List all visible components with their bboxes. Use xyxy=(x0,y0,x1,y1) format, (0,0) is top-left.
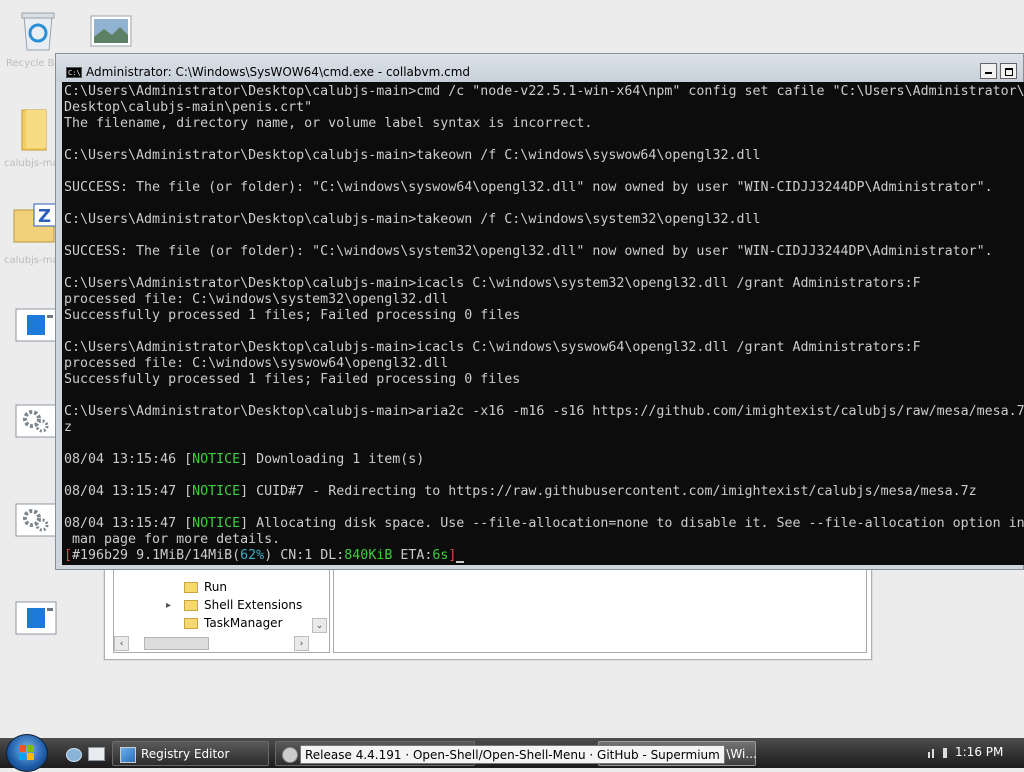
network-tray-icon[interactable] xyxy=(928,748,938,758)
cmd-icon: C:\ xyxy=(66,67,82,78)
quick-launch-browser-icon[interactable] xyxy=(66,748,82,762)
window-shortcut-icon[interactable] xyxy=(15,308,57,348)
taskbar-tooltip: Release 4.4.191 · Open-Shell/Open-Shell-… xyxy=(300,745,725,764)
console-line: C:\Users\Administrator\Desktop\calubjs-m… xyxy=(64,212,761,227)
tree-item-run[interactable]: Run xyxy=(184,578,227,596)
settings-shortcut-icon-2[interactable] xyxy=(15,503,57,543)
registry-editor-window[interactable]: Run ▸ Shell Extensions TaskManager ⌄ ‹ › xyxy=(104,560,872,660)
window-title: Administrator: C:\Windows\SysWOW64\cmd.e… xyxy=(86,65,471,79)
notice-line: 08/04 13:15:46 [NOTICE] Downloading 1 it… xyxy=(64,452,425,467)
progress-dl-label: DL: xyxy=(320,548,345,563)
console-line: C:\Users\Administrator\Desktop\calubjs-m… xyxy=(64,404,1024,419)
progress-id: #196b29 xyxy=(72,548,129,563)
console-line: processed file: C:\windows\syswow64\open… xyxy=(64,356,449,371)
progress-eta-label: ETA: xyxy=(400,548,433,563)
taskbar-item-registry-editor[interactable]: Registry Editor xyxy=(112,741,269,766)
horizontal-scrollbar-thumb[interactable] xyxy=(144,637,209,650)
network-bar xyxy=(928,752,930,758)
notice-timestamp: 08/04 13:15:46 xyxy=(64,452,177,467)
cmd-titlebar[interactable]: C:\ Administrator: C:\Windows\SysWOW64\c… xyxy=(56,54,1023,82)
console-line: z xyxy=(64,420,73,435)
scroll-down-button[interactable]: ⌄ xyxy=(312,618,327,633)
notice-timestamp: 08/04 13:15:47 xyxy=(64,484,177,499)
system-clock[interactable]: 1:16 PM xyxy=(955,745,1003,759)
progress-bracket-open: [ xyxy=(64,548,73,563)
tree-item-shell-extensions[interactable]: ▸ Shell Extensions xyxy=(166,596,303,614)
notice-message: CUID#7 - Redirecting to https://raw.gith… xyxy=(256,484,977,499)
notice-tag: NOTICE xyxy=(192,484,241,499)
download-progress-line: [#196b29 9.1MiB/14MiB(62%) CN:1 DL:840Ki… xyxy=(64,548,465,564)
image-file-icon[interactable] xyxy=(90,15,132,55)
volume-tray-icon[interactable] xyxy=(943,748,947,758)
console-line: SUCCESS: The file (or folder): "C:\windo… xyxy=(64,244,993,259)
folder-icon xyxy=(184,617,198,629)
notice-line: 08/04 13:15:47 [NOTICE] CUID#7 - Redirec… xyxy=(64,484,977,499)
progress-connections: CN:1 xyxy=(280,548,313,563)
notice-message: Downloading 1 item(s) xyxy=(256,452,425,467)
notice-tag: NOTICE xyxy=(192,452,241,467)
progress-percent: 62% xyxy=(240,548,265,563)
recycle-bin-icon[interactable] xyxy=(18,8,58,51)
maximize-icon xyxy=(1005,68,1013,76)
quick-launch-window-icon[interactable] xyxy=(88,747,105,761)
tree-item-taskmanager[interactable]: TaskManager xyxy=(184,614,283,632)
window-shortcut-icon-2[interactable] xyxy=(15,601,57,641)
progress-bracket-close: ] xyxy=(448,548,457,563)
console-line: C:\Users\Administrator\Desktop\calubjs-m… xyxy=(64,276,921,291)
folder-icon[interactable] xyxy=(18,108,58,151)
network-bar xyxy=(932,749,934,758)
notice-message: Allocating disk space. Use --file-alloca… xyxy=(256,516,1024,531)
console-line: Desktop\calubjs-main\penis.crt" xyxy=(64,100,313,115)
folder-icon xyxy=(184,581,198,593)
console-line: man page for more details. xyxy=(64,532,281,547)
notice-tag: NOTICE xyxy=(192,516,241,531)
cmd-window[interactable]: C:\ Administrator: C:\Windows\SysWOW64\c… xyxy=(55,53,1024,570)
minimize-icon xyxy=(985,72,992,74)
maximize-button[interactable] xyxy=(1000,63,1017,79)
notice-timestamp: 08/04 13:15:47 xyxy=(64,516,177,531)
progress-eta-value: 6s xyxy=(432,548,449,563)
zip-archive-icon[interactable]: Z xyxy=(12,202,57,243)
settings-shortcut-icon[interactable] xyxy=(15,404,57,444)
console-line: C:\Users\Administrator\Desktop\calubjs-m… xyxy=(64,340,921,355)
tree-item-label: Shell Extensions xyxy=(204,598,303,612)
progress-dl-value: 840KiB xyxy=(344,548,393,563)
console-line: Successfully processed 1 files; Failed p… xyxy=(64,372,521,387)
start-button[interactable] xyxy=(6,734,48,772)
notice-line: 08/04 13:15:47 [NOTICE] Allocating disk … xyxy=(64,516,1024,531)
console-output[interactable]: C:\Users\Administrator\Desktop\calubjs-m… xyxy=(62,82,1024,565)
console-line: Successfully processed 1 files; Failed p… xyxy=(64,308,521,323)
registry-editor-icon xyxy=(120,747,136,763)
browser-icon xyxy=(282,747,298,763)
scroll-right-button[interactable]: › xyxy=(294,636,309,651)
chevron-right-icon[interactable]: ▸ xyxy=(166,600,171,611)
text-cursor xyxy=(456,561,465,563)
registry-tree-pane[interactable]: Run ▸ Shell Extensions TaskManager ⌄ ‹ › xyxy=(113,565,330,653)
folder-icon xyxy=(184,599,198,611)
console-line: processed file: C:\windows\system32\open… xyxy=(64,292,449,307)
minimize-button[interactable] xyxy=(980,63,997,79)
tree-item-label: Run xyxy=(204,580,228,594)
registry-values-pane[interactable] xyxy=(333,565,867,653)
svg-text:Z: Z xyxy=(38,206,51,227)
progress-size: 9.1MiB/14MiB xyxy=(136,548,233,563)
console-line: C:\Users\Administrator\Desktop\calubjs-m… xyxy=(64,148,761,163)
console-line: SUCCESS: The file (or folder): "C:\windo… xyxy=(64,180,993,195)
tree-item-label: TaskManager xyxy=(204,616,283,630)
taskbar-item-label: Registry Editor xyxy=(141,747,230,761)
scroll-left-button[interactable]: ‹ xyxy=(114,636,129,651)
console-line: The filename, directory name, or volume … xyxy=(64,116,593,131)
console-line: C:\Users\Administrator\Desktop\calubjs-m… xyxy=(64,84,1024,99)
windows-logo-icon xyxy=(19,745,34,760)
